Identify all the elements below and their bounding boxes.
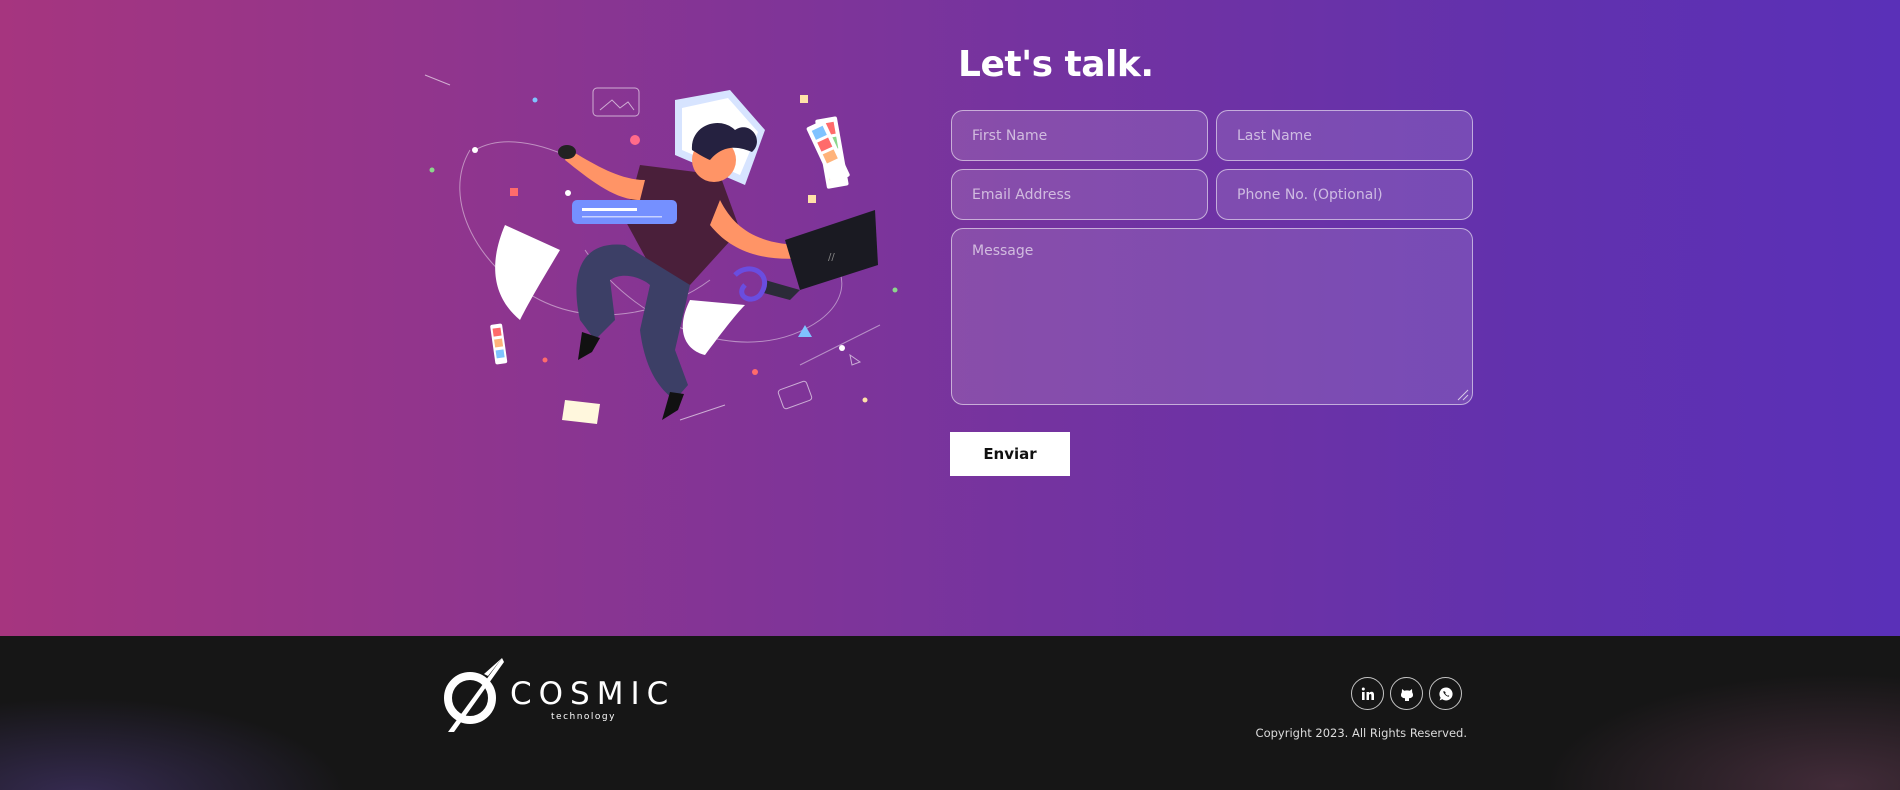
whatsapp-button[interactable] xyxy=(1429,677,1462,710)
svg-text://: // xyxy=(828,252,835,263)
whatsapp-icon xyxy=(1438,686,1453,700)
last-name-field[interactable] xyxy=(1216,110,1473,161)
linkedin-icon xyxy=(1361,687,1374,700)
github-icon xyxy=(1400,688,1413,701)
phone-field[interactable] xyxy=(1216,169,1473,220)
social-links xyxy=(1351,677,1462,710)
message-field[interactable] xyxy=(951,228,1473,405)
footer: COSMIC technology Copyright 2023. All Ri… xyxy=(0,636,1900,790)
copyright-text: Copyright 2023. All Rights Reserved. xyxy=(1255,726,1467,740)
brand-tagline: technology xyxy=(551,712,616,722)
brand-logo[interactable]: COSMIC technology xyxy=(440,656,668,734)
logo-mark-icon xyxy=(444,658,504,732)
contact-form-panel: Let's talk. Enviar xyxy=(950,40,1473,476)
developer-illustration: // xyxy=(424,74,898,424)
github-button[interactable] xyxy=(1390,677,1423,710)
linkedin-button[interactable] xyxy=(1351,677,1384,710)
first-name-field[interactable] xyxy=(951,110,1208,161)
contact-section: // Let's talk. First Name Last Name Emai… xyxy=(0,0,1900,636)
submit-button[interactable]: Enviar xyxy=(950,432,1070,476)
email-field[interactable] xyxy=(951,169,1208,220)
resize-grip-icon[interactable] xyxy=(1455,387,1469,401)
contact-form: Enviar xyxy=(950,110,1473,476)
brand-name: COSMIC xyxy=(510,676,676,712)
page-title: Let's talk. xyxy=(958,44,1154,85)
